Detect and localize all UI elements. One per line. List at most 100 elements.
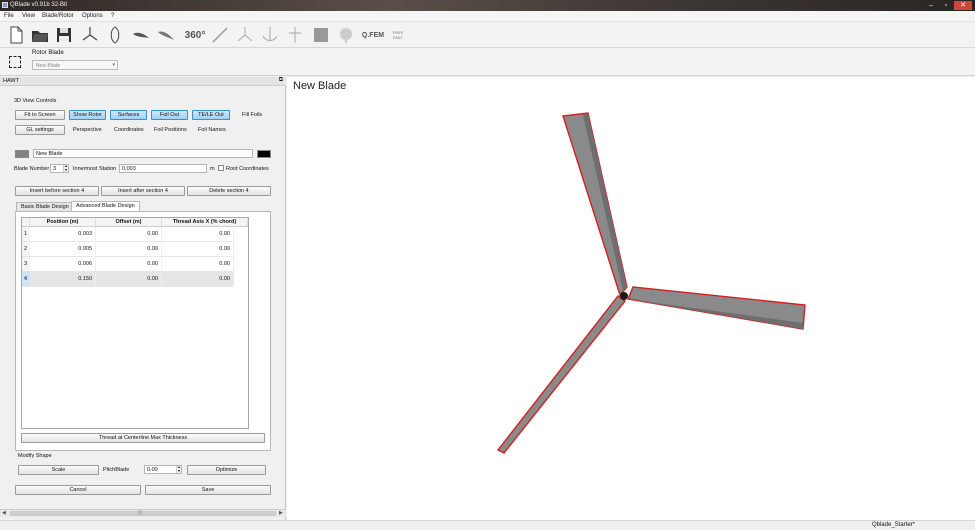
menu-blade-rotor[interactable]: Blade/Rotor — [42, 13, 74, 19]
horizontal-scrollbar[interactable]: ◀ ||| ▶ — [0, 509, 286, 517]
fit-to-screen-button[interactable]: Fit to Screen — [15, 110, 65, 120]
app-icon — [2, 2, 8, 8]
multi-param-icon[interactable] — [260, 25, 280, 45]
show-rotor-button[interactable]: Show Rotor — [69, 110, 106, 120]
scroll-thumb[interactable] — [10, 511, 276, 516]
blade-lower-left — [496, 295, 627, 454]
pitch-blade-label: PitchBlade — [103, 467, 130, 473]
blade-number-label: Blade Number — [14, 166, 50, 172]
menu-file[interactable]: File — [4, 13, 14, 19]
modify-shape-title: Modify Shape — [18, 453, 52, 459]
table-cell[interactable]: 0.005 — [30, 242, 96, 257]
xfoil-icon[interactable] — [156, 25, 176, 45]
innermost-station-label: Innermost Station — [73, 166, 117, 172]
coordinates-toggle[interactable]: Coordinates — [114, 127, 144, 133]
rotor-render — [496, 112, 806, 454]
menu-help[interactable]: ? — [111, 13, 114, 19]
table-corner — [22, 218, 30, 227]
structural-icon[interactable] — [311, 25, 331, 45]
main-toolbar: 360° Q.FEM FREE FAST — [0, 22, 975, 48]
gl-settings-button[interactable]: GL settings — [15, 125, 65, 135]
insert-after-button[interactable]: Insert after section 4 — [101, 186, 185, 196]
window-title: QBlade v0.91b 32-Bit — [10, 2, 68, 8]
table-cell[interactable]: 0.006 — [30, 257, 96, 272]
row-header[interactable]: 2 — [22, 242, 30, 257]
column-header-position[interactable]: Position (m) — [30, 218, 96, 227]
row-header-selected[interactable]: 4 — [22, 272, 30, 287]
root-coordinates-label: Root Coordinates — [226, 166, 269, 172]
title-bar: QBlade v0.91b 32-Bit – ▫ ✕ — [0, 0, 975, 11]
blade-secondary-color-swatch[interactable] — [257, 150, 271, 158]
menu-options[interactable]: Options — [82, 13, 103, 19]
column-header-thread-axis[interactable]: Thread Axis X (% chord) — [162, 218, 248, 227]
column-header-offset[interactable]: Offset (m) — [96, 218, 162, 227]
blade-number-spinner[interactable]: 3 ▲ ▼ — [50, 164, 69, 173]
blade-name-field[interactable]: New Blade — [33, 149, 253, 158]
3d-viewport[interactable]: New Blade — [287, 77, 975, 520]
rotor-blade-label: Rotor Blade — [32, 50, 64, 56]
save-disk-icon[interactable] — [54, 25, 74, 45]
bem-icon[interactable] — [210, 25, 230, 45]
row-header[interactable]: 1 — [22, 227, 30, 242]
thread-centerline-button[interactable]: Thread at Centerline Max Thickness — [21, 433, 265, 443]
row-header[interactable]: 3 — [22, 257, 30, 272]
table-cell[interactable]: 0.003 — [30, 227, 96, 242]
scroll-left-icon[interactable]: ◀ — [2, 510, 6, 516]
maximize-button[interactable]: ▫ — [939, 1, 953, 10]
minimize-button[interactable]: – — [924, 1, 938, 10]
close-button[interactable]: ✕ — [954, 1, 972, 10]
foil-names-toggle[interactable]: Foil Names — [198, 127, 226, 133]
perspective-toggle[interactable]: Perspective — [73, 127, 102, 133]
sections-table[interactable]: Position (m) Offset (m) Thread Axis X (%… — [21, 217, 249, 429]
table-cell[interactable]: 0.00 — [162, 242, 234, 257]
panel-header: HAWT ⧉ — [0, 77, 286, 86]
optimize-button[interactable]: Optimize — [187, 465, 266, 475]
insert-before-button[interactable]: Insert before section 4 — [15, 186, 99, 196]
table-cell[interactable]: 0.00 — [162, 227, 234, 242]
free-fast-icon[interactable]: FREE FAST — [386, 25, 410, 45]
delete-section-button[interactable]: Delete section 4 — [187, 186, 271, 196]
blade-design-icon[interactable] — [131, 25, 151, 45]
table-cell[interactable]: 0.00 — [162, 272, 234, 287]
foil-positions-toggle[interactable]: Foil Positions — [154, 127, 187, 133]
vawt-icon[interactable] — [285, 25, 305, 45]
save-button[interactable]: Save — [145, 485, 271, 495]
rotor-icon[interactable] — [80, 25, 100, 45]
foil-out-button[interactable]: Foil Out — [151, 110, 188, 120]
table-cell[interactable]: 0.00 — [96, 242, 162, 257]
table-cell[interactable]: 0.150 — [30, 272, 96, 287]
qfem-icon[interactable]: Q.FEM — [361, 25, 385, 45]
table-cell[interactable]: 0.00 — [96, 272, 162, 287]
wind-field-icon[interactable] — [336, 25, 356, 45]
blade-upper — [562, 112, 628, 297]
table-cell[interactable]: 0.00 — [162, 257, 234, 272]
new-file-icon[interactable] — [6, 25, 26, 45]
tab-basic-blade-design[interactable]: Basic Blade Design — [16, 202, 74, 211]
panel-title: HAWT — [3, 78, 19, 84]
tab-advanced-blade-design[interactable]: Advanced Blade Design — [71, 201, 140, 211]
rotor-blade-bar: Rotor Blade New Blade ▾ — [0, 48, 975, 76]
table-cell[interactable]: 0.00 — [96, 257, 162, 272]
scale-button[interactable]: Scale — [18, 465, 99, 475]
pitch-blade-spinner[interactable]: 0.00 ▲ ▼ — [144, 465, 182, 474]
blade-color-swatch[interactable] — [15, 150, 29, 158]
hub — [620, 292, 628, 300]
scroll-right-icon[interactable]: ▶ — [279, 510, 283, 516]
airfoil-design-icon[interactable] — [105, 25, 125, 45]
selection-icon[interactable] — [9, 56, 21, 68]
rotor-blade-select[interactable]: New Blade ▾ — [32, 60, 118, 70]
status-project-name: Qblade_Starter* — [871, 522, 915, 528]
table-cell[interactable]: 0.00 — [96, 227, 162, 242]
surfaces-button[interactable]: Surfaces — [110, 110, 147, 120]
innermost-unit: m — [210, 166, 215, 172]
fill-foils-toggle[interactable]: Fill Foils — [242, 112, 262, 118]
menu-view[interactable]: View — [22, 13, 35, 19]
cancel-button[interactable]: Cancel — [15, 485, 141, 495]
root-coordinates-checkbox[interactable] — [218, 165, 224, 171]
undock-icon[interactable]: ⧉ — [279, 77, 283, 84]
360-polar-icon[interactable]: 360° — [182, 25, 208, 45]
turbine-sim-icon[interactable] — [235, 25, 255, 45]
open-folder-icon[interactable] — [30, 25, 50, 45]
te-le-out-button[interactable]: TE/LE Out — [192, 110, 230, 120]
innermost-station-field[interactable]: 0.003 — [119, 164, 207, 173]
